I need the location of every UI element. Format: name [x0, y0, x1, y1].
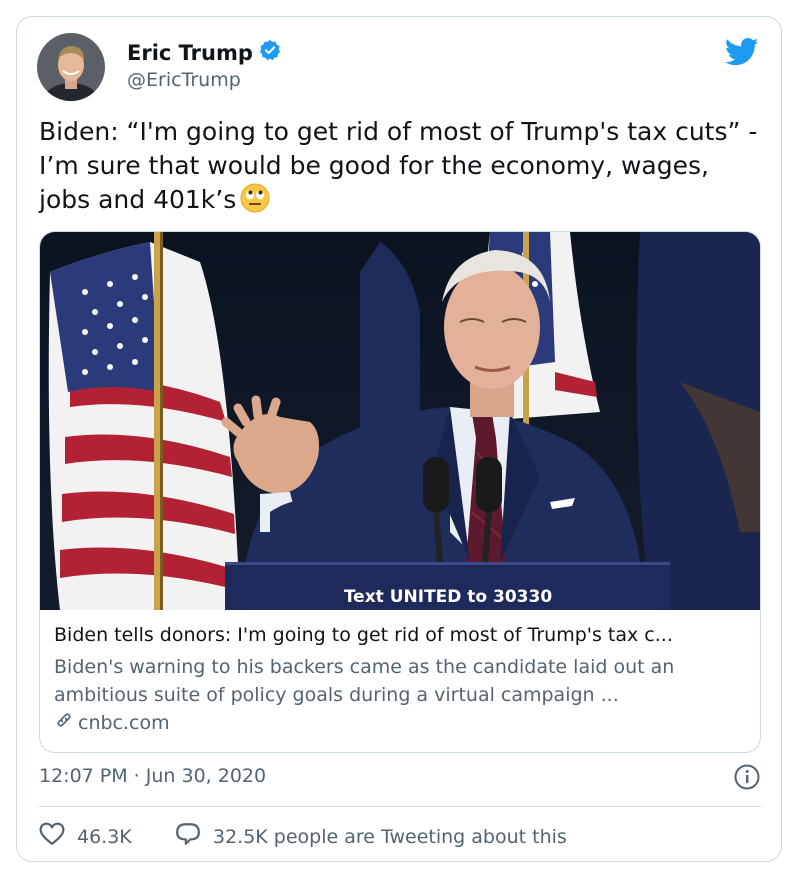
divider	[39, 806, 761, 807]
speech-bubble-icon[interactable]	[175, 822, 201, 851]
reply-button[interactable]: 32.5K people are Tweeting about this	[175, 822, 567, 851]
card-title[interactable]: Biden tells donors: I'm going to get rid…	[54, 624, 754, 646]
card-domain-text[interactable]: cnbc.com	[78, 712, 170, 734]
face-with-rolling-eyes-icon	[240, 183, 270, 213]
link-icon	[54, 710, 74, 735]
tweet-text: Biden: “I'm going to get rid of most of …	[39, 115, 764, 217]
link-preview-card[interactable]: Text UNITED to 30330 Biden tells donors:…	[39, 231, 761, 753]
heart-icon[interactable]	[39, 822, 65, 851]
tweeting-count-text: 32.5K people are Tweeting about this	[213, 825, 567, 848]
info-icon[interactable]	[733, 763, 761, 791]
user-handle[interactable]: @EricTrump	[127, 69, 241, 91]
tweet-card: Eric Trump @EricTrump Biden: “I'm going …	[16, 16, 782, 862]
article-image[interactable]: Text UNITED to 30330	[40, 232, 760, 610]
like-count: 46.3K	[77, 825, 132, 848]
podium-caption: Text UNITED to 30330	[344, 587, 553, 607]
like-button[interactable]: 46.3K	[39, 822, 132, 851]
twitter-bird-icon[interactable]	[724, 37, 759, 67]
tweet-timestamp[interactable]: 12:07 PM · Jun 30, 2020	[39, 765, 266, 787]
display-name[interactable]: Eric Trump	[127, 39, 281, 66]
card-domain[interactable]: cnbc.com	[54, 710, 170, 735]
tweet-text-body: Biden: “I'm going to get rid of most of …	[39, 117, 758, 214]
display-name-text[interactable]: Eric Trump	[127, 41, 253, 65]
verified-badge-icon	[259, 39, 281, 66]
avatar[interactable]	[37, 33, 105, 101]
card-description: Biden's warning to his backers came as t…	[54, 656, 675, 706]
